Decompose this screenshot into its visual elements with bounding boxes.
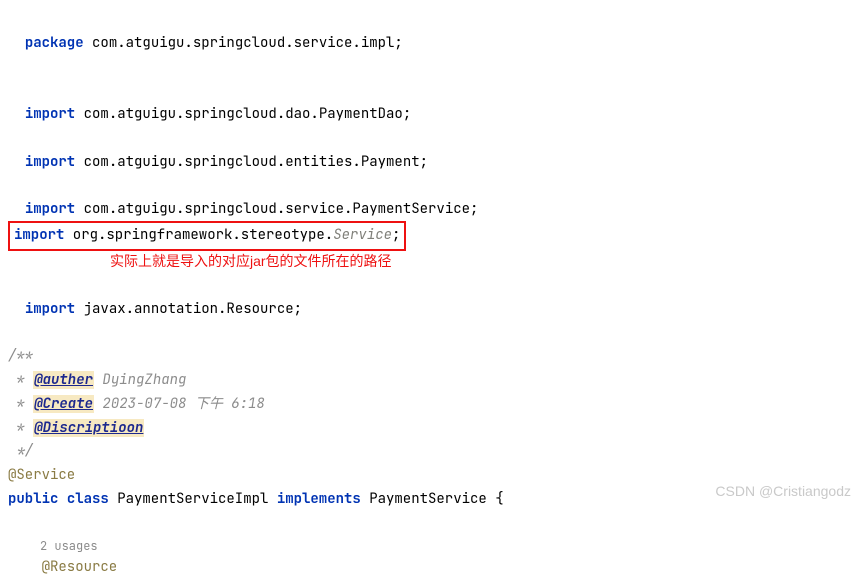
import-path: javax.annotation.Resource;: [75, 300, 302, 318]
import-path: org.springframework.stereotype.: [64, 226, 333, 244]
code-line-import-1: import com.atguigu.springcloud.dao.Payme…: [0, 79, 863, 127]
keyword-import: import: [25, 105, 75, 123]
doc-author-value: DyingZhang: [94, 371, 186, 389]
comment-star: *: [8, 371, 33, 389]
javadoc-author: * @auther DyingZhang: [0, 369, 863, 393]
comment-close: */: [8, 442, 33, 460]
code-line-import-5: import javax.annotation.Resource;: [0, 274, 863, 322]
watermark-text: CSDN @Cristiangodz: [715, 480, 851, 504]
javadoc-create: * @Create 2023-07-08 下午 6:18: [0, 393, 863, 417]
code-line-import-4-highlighted: import org.springframework.stereotype.Se…: [0, 222, 863, 250]
keyword-implements: implements: [277, 490, 361, 508]
doc-tag-description: @Discriptioon: [33, 419, 144, 437]
blank-line: [0, 56, 863, 80]
semicolon: ;: [392, 226, 400, 244]
code-line-import-3: import com.atguigu.springcloud.service.P…: [0, 175, 863, 223]
class-name: PaymentServiceImpl: [109, 490, 277, 508]
comment-star: *: [8, 395, 33, 413]
keyword-import: import: [25, 300, 75, 318]
code-line-import-2: import com.atguigu.springcloud.entities.…: [0, 127, 863, 175]
import-class: Service: [333, 226, 392, 244]
keyword-import: import: [25, 200, 75, 218]
user-annotation-text: 实际上就是导入的对应jar包的文件所在的路径: [0, 250, 863, 274]
import-path: com.atguigu.springcloud.service.PaymentS…: [75, 200, 478, 218]
annotation-text: @Resource: [42, 558, 118, 576]
javadoc-open: /**: [0, 345, 863, 369]
keyword-import: import: [14, 226, 64, 244]
keyword-import: import: [25, 153, 75, 171]
usages-hint[interactable]: 2 usages: [0, 536, 863, 556]
javadoc-description: * @Discriptioon: [0, 417, 863, 441]
import-path: com.atguigu.springcloud.dao.PaymentDao;: [75, 105, 411, 123]
package-path: com.atguigu.springcloud.service.impl;: [84, 34, 403, 52]
comment-star: *: [8, 419, 33, 437]
doc-create-value: 2023-07-08 下午 6:18: [94, 395, 265, 413]
blank-line: [0, 321, 863, 345]
highlight-box: import org.springframework.stereotype.Se…: [8, 221, 406, 251]
blank-line: [0, 512, 863, 536]
annotation-resource: @Resource: [0, 556, 863, 580]
code-line-package: package com.atguigu.springcloud.service.…: [0, 8, 863, 56]
import-path: com.atguigu.springcloud.entities.Payment…: [75, 153, 428, 171]
comment-open: /**: [8, 347, 33, 365]
annotation-text: @Service: [8, 466, 75, 484]
keyword-class: class: [67, 490, 109, 508]
javadoc-close: */: [0, 440, 863, 464]
interface-name: PaymentService {: [361, 490, 504, 508]
keyword-public: public: [8, 490, 58, 508]
doc-tag-create: @Create: [33, 395, 94, 413]
doc-tag-auther: @auther: [33, 371, 94, 389]
keyword-package: package: [25, 34, 84, 52]
